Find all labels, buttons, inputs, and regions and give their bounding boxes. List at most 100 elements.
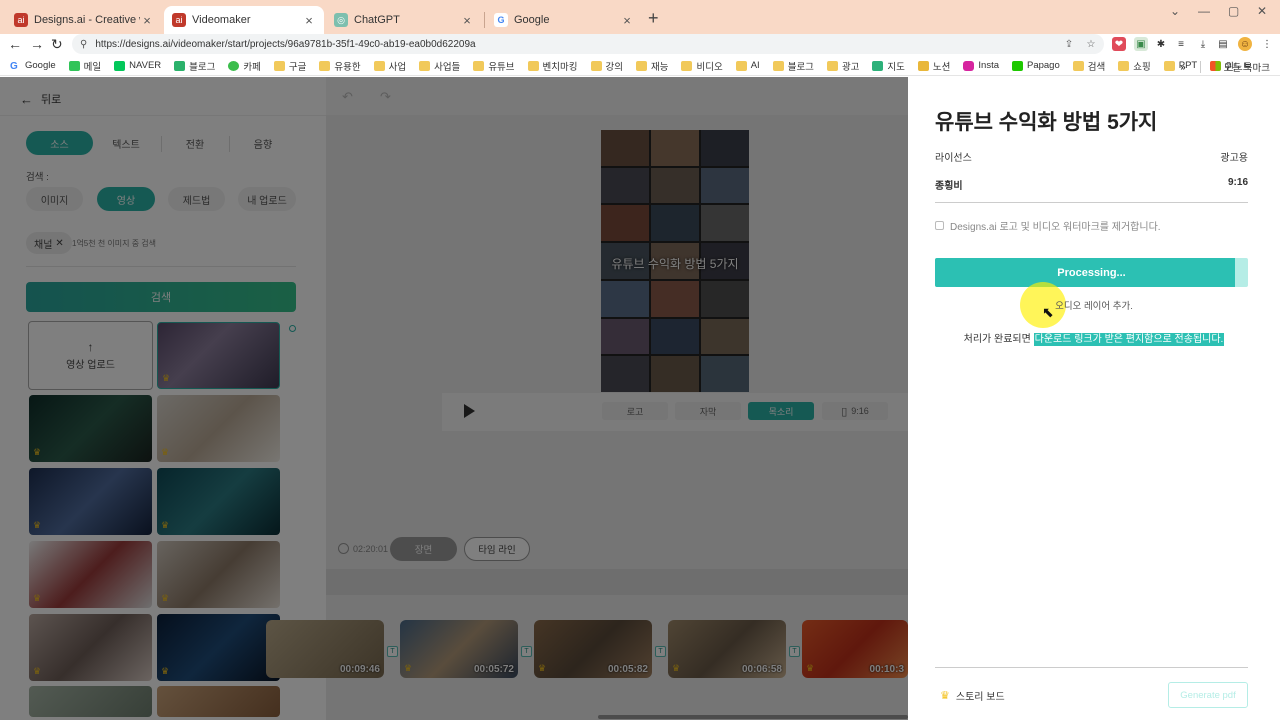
bookmark-folder[interactable]: 유튜브 bbox=[473, 59, 515, 73]
folder-icon bbox=[319, 60, 331, 71]
bookmark-label: Google bbox=[25, 60, 56, 71]
storyboard-label: 스토리 보드 bbox=[955, 692, 1005, 703]
crown-icon: ♛ bbox=[940, 690, 950, 702]
bookmark-papago[interactable]: Papago bbox=[1012, 60, 1060, 71]
bookmark-label: 광고 bbox=[841, 61, 860, 73]
tab-google[interactable]: G Google × bbox=[486, 6, 642, 34]
tab-title: ChatGPT bbox=[354, 14, 400, 26]
reload-icon[interactable]: ↻ bbox=[51, 36, 63, 53]
map-icon bbox=[872, 60, 884, 71]
folder-icon bbox=[473, 60, 485, 71]
divider bbox=[935, 667, 1248, 668]
bookmark-folder[interactable]: 검색 bbox=[1072, 59, 1106, 73]
folder-icon bbox=[590, 60, 602, 71]
site-info-icon[interactable]: ⚲ bbox=[80, 39, 87, 50]
progress-label: Processing... bbox=[1057, 266, 1126, 279]
chevron-down-icon[interactable]: ⌄ bbox=[1170, 4, 1180, 18]
bookmark-folder[interactable]: 구글 bbox=[273, 59, 306, 73]
bookmark-label: 강의 bbox=[605, 61, 623, 73]
folder-icon bbox=[1163, 60, 1175, 71]
bookmark-blog[interactable]: 블로그 bbox=[174, 59, 215, 73]
folder-icon bbox=[373, 60, 385, 71]
bookmarks-overflow: » 모든 북마크 bbox=[1180, 60, 1270, 74]
bookmark-folder[interactable]: 유용한 bbox=[319, 59, 361, 73]
render-modal: 유튜브 수익화 방법 5가지 라이선스 광고용 종횡비 9:16 Designs… bbox=[908, 77, 1280, 720]
papago-icon bbox=[1012, 60, 1023, 71]
all-bookmarks[interactable]: 모든 북마크 bbox=[1224, 60, 1270, 74]
bookmark-label: 사업 bbox=[388, 61, 407, 73]
folder-icon bbox=[636, 60, 647, 71]
bookmark-label: 유튜브 bbox=[488, 61, 515, 73]
note-text: 처리가 완료되면 bbox=[963, 334, 1034, 345]
bookmark-label: 사업들 bbox=[434, 61, 461, 73]
folder-icon bbox=[1209, 62, 1220, 72]
bookmark-folder[interactable]: 블로그 bbox=[772, 59, 814, 73]
reading-list-icon[interactable]: ≡ bbox=[1174, 37, 1188, 51]
bookmark-label: 검색 bbox=[1087, 61, 1106, 73]
bookmark-folder[interactable]: 사업 bbox=[373, 59, 407, 73]
bookmarks-more-icon[interactable]: » bbox=[1180, 62, 1185, 73]
tab-chatgpt[interactable]: ◎ ChatGPT × bbox=[326, 6, 482, 34]
puzzle-icon[interactable]: ✱ bbox=[1154, 37, 1168, 51]
menu-icon[interactable]: ⋮ bbox=[1260, 37, 1274, 51]
bookmark-folder[interactable]: 벤치마킹 bbox=[527, 59, 578, 73]
modal-backdrop[interactable] bbox=[0, 77, 908, 720]
bookmark-folder[interactable]: 재능 bbox=[636, 59, 668, 73]
close-icon[interactable]: × bbox=[460, 13, 474, 28]
maximize-icon[interactable]: ▢ bbox=[1228, 4, 1239, 18]
bookmark-mail[interactable]: 메일 bbox=[68, 59, 101, 73]
folder-icon bbox=[1072, 60, 1084, 71]
remove-watermark-checkbox[interactable]: Designs.ai 로고 및 비디오 워터마크를 제거합니다. bbox=[935, 218, 1161, 233]
bookmark-insta[interactable]: Insta bbox=[963, 60, 999, 71]
back-arrow-icon[interactable]: ← bbox=[8, 36, 22, 52]
bookmark-naver[interactable]: NAVER bbox=[114, 60, 161, 71]
storyboard-link[interactable]: ♛ 스토리 보드 bbox=[940, 688, 1005, 703]
folder-icon bbox=[772, 60, 784, 71]
url-text: https://designs.ai/videomaker/start/proj… bbox=[95, 38, 476, 50]
bookmark-map[interactable]: 지도 bbox=[872, 59, 905, 73]
aspect-ratio-value: 9:16 bbox=[1227, 177, 1248, 188]
designs-ai-favicon-icon: ai bbox=[14, 13, 28, 27]
bookmark-folder[interactable]: 광고 bbox=[826, 59, 860, 73]
folder-icon bbox=[273, 60, 285, 71]
bookmark-folder[interactable]: 비디오 bbox=[681, 59, 723, 73]
blog-icon bbox=[174, 60, 186, 71]
close-icon[interactable]: × bbox=[302, 13, 316, 28]
share-icon[interactable]: ⇪ bbox=[1062, 37, 1076, 51]
folder-icon bbox=[681, 60, 693, 71]
license-label: 라이선스 bbox=[935, 153, 972, 164]
bookmark-folder[interactable]: 쇼핑 bbox=[1118, 59, 1151, 73]
tab-designs-ai[interactable]: ai Designs.ai - Creative work don × bbox=[6, 6, 162, 34]
tab-videomaker[interactable]: ai Videomaker × bbox=[164, 6, 324, 34]
pocket-icon[interactable]: ❤ bbox=[1112, 37, 1126, 51]
bookmark-folder[interactable]: 사업들 bbox=[419, 59, 460, 73]
tab-title: Videomaker bbox=[192, 14, 251, 26]
mail-icon bbox=[68, 60, 80, 71]
minimize-icon[interactable]: — bbox=[1198, 4, 1210, 18]
extension-icon[interactable]: ▣ bbox=[1134, 37, 1148, 51]
bookmark-folder[interactable]: 강의 bbox=[590, 59, 623, 73]
processing-step: 오디오 레이어 추가. bbox=[1055, 301, 1133, 312]
folder-icon bbox=[1118, 60, 1130, 71]
designs-ai-favicon-icon: ai bbox=[172, 13, 186, 27]
close-icon[interactable]: × bbox=[620, 13, 634, 28]
new-tab-icon[interactable]: + bbox=[648, 8, 659, 29]
bookmark-folder[interactable]: AI bbox=[735, 60, 760, 71]
bookmark-star-icon[interactable]: ☆ bbox=[1084, 37, 1098, 51]
forward-arrow-icon[interactable]: → bbox=[30, 36, 44, 52]
close-icon[interactable]: × bbox=[140, 13, 154, 28]
checkbox-icon bbox=[935, 221, 944, 230]
bookmark-label: 쇼핑 bbox=[1133, 61, 1151, 73]
bookmark-cafe[interactable]: 카페 bbox=[228, 59, 261, 73]
bookmark-google[interactable]: G Google bbox=[10, 60, 56, 72]
bookmark-notion[interactable]: 노션 bbox=[917, 59, 950, 73]
notion-icon bbox=[917, 60, 929, 71]
window-close-icon[interactable]: ✕ bbox=[1257, 4, 1267, 18]
generate-pdf-button[interactable]: Generate pdf bbox=[1168, 682, 1248, 708]
bookmark-label: AI bbox=[750, 60, 760, 71]
sidebar-icon[interactable]: ▤ bbox=[1216, 37, 1230, 51]
url-field[interactable]: ⚲ https://designs.ai/videomaker/start/pr… bbox=[72, 34, 1104, 54]
download-icon[interactable]: ⤓ bbox=[1196, 37, 1210, 51]
avatar[interactable]: ☺ bbox=[1238, 37, 1252, 51]
modal-title: 유튜브 수익화 방법 5가지 bbox=[935, 111, 1158, 134]
